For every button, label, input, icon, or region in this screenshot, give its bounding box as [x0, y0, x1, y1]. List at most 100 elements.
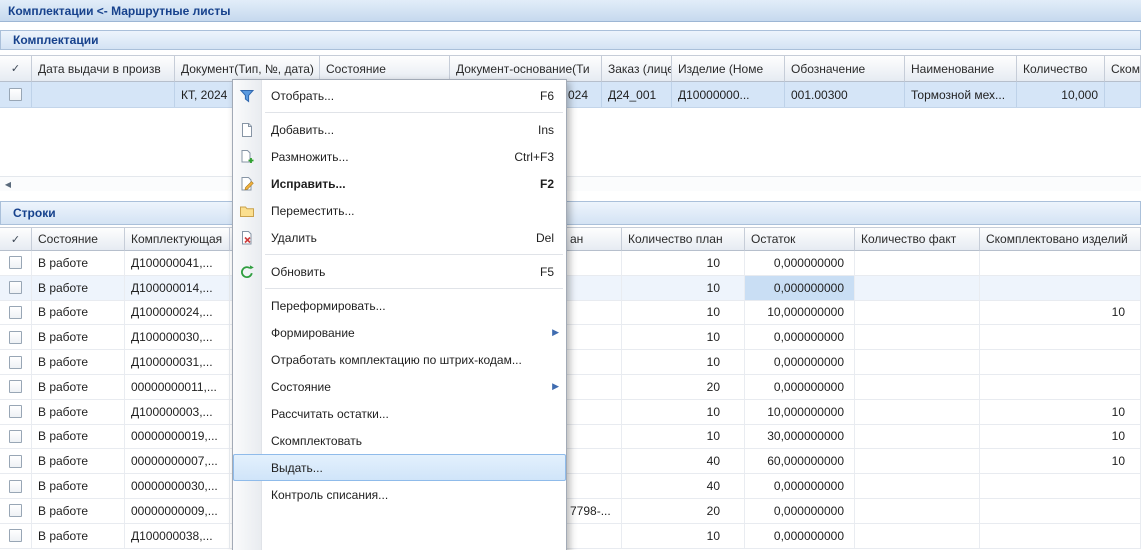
- cell-fragment: [560, 375, 622, 399]
- column-header-product[interactable]: Изделие (Номе: [672, 55, 785, 82]
- cell-fragment: [560, 449, 622, 473]
- menu-item-filter[interactable]: Отобрать... F6: [233, 82, 566, 109]
- row-checkbox[interactable]: [9, 504, 22, 517]
- column-header-name[interactable]: Наименование: [905, 55, 1017, 82]
- cell-qty-plan: 10: [622, 524, 745, 548]
- cell-state: В работе: [32, 400, 125, 424]
- column-header-check[interactable]: ✓: [0, 55, 32, 82]
- menu-item-reform[interactable]: Переформировать...: [233, 292, 566, 319]
- menu-separator: [265, 109, 563, 116]
- row-checkbox[interactable]: [9, 430, 22, 443]
- row-checkbox[interactable]: [9, 306, 22, 319]
- kits-horizontal-scrollbar[interactable]: ◀: [0, 176, 1141, 191]
- menu-item-delete[interactable]: Удалить Del: [233, 224, 566, 251]
- menu-item-barcode[interactable]: Отработать комплектацию по штрих-кодам..…: [233, 346, 566, 373]
- table-row[interactable]: В работе 00000000007,... 40 60,000000000…: [0, 449, 1141, 474]
- menu-item-refresh[interactable]: Обновить F5: [233, 258, 566, 285]
- row-checkbox-cell: [0, 301, 32, 325]
- table-row[interactable]: В работе 00000000030,... 40 0,000000000: [0, 474, 1141, 499]
- table-row[interactable]: В работе Д100000003,... 10 10,000000000 …: [0, 400, 1141, 425]
- cell-state: В работе: [32, 276, 125, 300]
- kits-selected-row[interactable]: КТ, 2024 024 Д24_001 Д10000000... 001.00…: [0, 82, 1141, 108]
- column-header-assembled[interactable]: Ском: [1105, 55, 1141, 82]
- cell-assembled: [980, 499, 1141, 523]
- cell-assembled: 10: [980, 449, 1141, 473]
- cell-assembled: [980, 350, 1141, 374]
- lines-panel-header: Строки: [0, 201, 1141, 225]
- menu-item-edit[interactable]: Исправить... F2: [233, 170, 566, 197]
- row-checkbox[interactable]: [9, 88, 22, 101]
- row-checkbox[interactable]: [9, 331, 22, 344]
- menu-separator: [265, 285, 563, 292]
- menu-item-move[interactable]: Переместить...: [233, 197, 566, 224]
- column-header-check[interactable]: ✓: [0, 227, 32, 251]
- row-checkbox-cell: [0, 524, 32, 548]
- menu-item-issue[interactable]: Выдать...: [233, 454, 566, 481]
- menu-item-writeoff-control[interactable]: Контроль списания...: [233, 481, 566, 508]
- menu-item-formation[interactable]: Формирование ▶: [233, 319, 566, 346]
- cell-remainder: 30,000000000: [745, 425, 855, 449]
- column-header-date[interactable]: Дата выдачи в произв: [32, 55, 175, 82]
- row-checkbox[interactable]: [9, 480, 22, 493]
- cell-remainder: 0,000000000: [745, 325, 855, 349]
- breadcrumb-text: Комплектации <- Маршрутные листы: [8, 4, 230, 18]
- column-header-order[interactable]: Заказ (лицево: [602, 55, 672, 82]
- cell-remainder: 0,000000000: [745, 524, 855, 548]
- column-header-quantity[interactable]: Количество: [1017, 55, 1105, 82]
- cell-qty-fact: [855, 449, 980, 473]
- table-row[interactable]: В работе Д100000031,... 10 0,000000000: [0, 350, 1141, 375]
- table-row[interactable]: В работе 00000000009,... 7798-... 20 0,0…: [0, 499, 1141, 524]
- delete-document-icon: [239, 230, 255, 246]
- row-checkbox[interactable]: [9, 256, 22, 269]
- table-row[interactable]: В работе Д100000030,... 10 0,000000000: [0, 325, 1141, 350]
- app-window: Комплектации <- Маршрутные листы Комплек…: [0, 0, 1141, 550]
- cell-qty-fact: [855, 301, 980, 325]
- cell-qty-plan: 20: [622, 375, 745, 399]
- row-checkbox[interactable]: [9, 455, 22, 468]
- table-row[interactable]: В работе Д100000038,... 10 0,000000000: [0, 524, 1141, 549]
- lines-panel-title: Строки: [13, 206, 56, 220]
- column-header-qty-fact[interactable]: Количество факт: [855, 227, 980, 251]
- cell-fragment: [560, 350, 622, 374]
- column-header-designation[interactable]: Обозначение: [785, 55, 905, 82]
- menu-item-add[interactable]: Добавить... Ins: [233, 116, 566, 143]
- table-row[interactable]: В работе Д100000024,... 10 10,000000000 …: [0, 301, 1141, 326]
- column-header-state[interactable]: Состояние: [320, 55, 450, 82]
- column-header-base-document[interactable]: Документ-основание(Ти: [450, 55, 602, 82]
- spacer: [0, 22, 1141, 30]
- column-header-state[interactable]: Состояние: [32, 227, 125, 251]
- copy-document-icon: [239, 149, 255, 165]
- cell-qty-fact: [855, 325, 980, 349]
- cell-fragment: [560, 524, 622, 548]
- kits-column-header-row: ✓ Дата выдачи в произв Документ(Тип, №, …: [0, 55, 1141, 82]
- cell-designation: 001.00300: [785, 82, 905, 107]
- row-checkbox[interactable]: [9, 281, 22, 294]
- column-header-remainder[interactable]: Остаток: [745, 227, 855, 251]
- row-checkbox[interactable]: [9, 380, 22, 393]
- column-header-assembled[interactable]: Скомплектовано изделий: [980, 227, 1141, 251]
- row-checkbox[interactable]: [9, 405, 22, 418]
- table-row[interactable]: В работе Д100000041,... 10 0,000000000: [0, 251, 1141, 276]
- scroll-left-arrow-icon[interactable]: ◀: [0, 180, 16, 189]
- cell-component: 00000000007,...: [125, 449, 230, 473]
- cell-component: Д100000003,...: [125, 400, 230, 424]
- column-header-fragment[interactable]: ан: [560, 227, 622, 251]
- menu-item-state[interactable]: Состояние ▶: [233, 373, 566, 400]
- column-header-document[interactable]: Документ(Тип, №, дата): [175, 55, 320, 82]
- column-header-component[interactable]: Комплектующая: [125, 227, 230, 251]
- cell-qty-plan: 10: [622, 425, 745, 449]
- table-row[interactable]: В работе 00000000019,... 10 30,000000000…: [0, 425, 1141, 450]
- menu-item-calc-remainders[interactable]: Рассчитать остатки...: [233, 400, 566, 427]
- row-checkbox[interactable]: [9, 529, 22, 542]
- column-header-qty-plan[interactable]: Количество план: [622, 227, 745, 251]
- cell-fragment: [560, 400, 622, 424]
- cell-qty-plan: 40: [622, 449, 745, 473]
- menu-item-assemble[interactable]: Скомплектовать: [233, 427, 566, 454]
- row-checkbox[interactable]: [9, 356, 22, 369]
- cell-state: В работе: [32, 301, 125, 325]
- cell-component: Д100000014,...: [125, 276, 230, 300]
- menu-item-duplicate[interactable]: Размножить... Ctrl+F3: [233, 143, 566, 170]
- table-row[interactable]: В работе 00000000011,... 20 0,000000000: [0, 375, 1141, 400]
- kits-panel-header: Комплектации: [0, 30, 1141, 50]
- table-row-selected[interactable]: В работе Д100000014,... 10 0,000000000: [0, 276, 1141, 301]
